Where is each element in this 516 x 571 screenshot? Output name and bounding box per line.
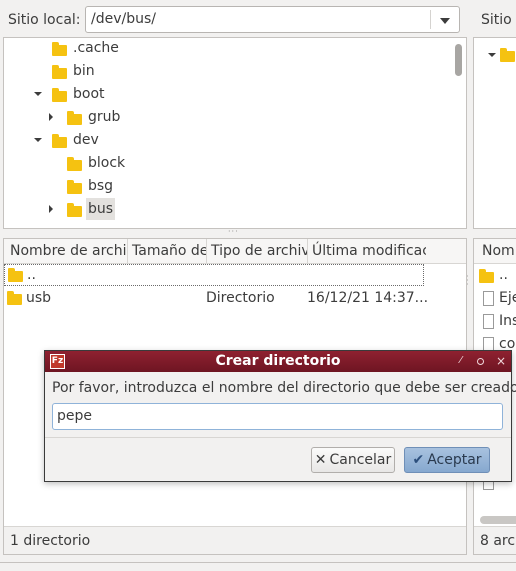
dialog-prompt: Por favor, introduzca el nombre del dire… [52, 380, 516, 396]
dialog-title: Crear directorio [215, 353, 341, 369]
remote-list-item[interactable]: Ins [474, 310, 516, 332]
tree-item-label: grub [88, 109, 121, 125]
tree-item-label: boot [73, 86, 105, 102]
folder-icon [67, 203, 82, 217]
column-header-name[interactable]: Nom [478, 239, 516, 263]
ok-button[interactable]: ✔ Aceptar [404, 447, 490, 473]
local-directory-tree[interactable]: .cache bin boot grub dev block bsg bus [3, 37, 467, 229]
dialog-title-bar[interactable]: Fz Crear directorio ⁄ × [45, 351, 511, 372]
local-site-label: Sitio local: [8, 12, 81, 28]
tree-scrollbar-thumb[interactable] [455, 44, 462, 76]
dialog-separator [45, 437, 511, 438]
tree-item-dev[interactable]: dev [4, 129, 454, 151]
tree-item-bsg[interactable]: bsg [4, 175, 454, 197]
expand-arrow-icon[interactable] [488, 53, 496, 57]
dropdown-arrow-icon[interactable] [440, 18, 450, 24]
tree-item-label: bus [86, 198, 116, 220]
file-list-header: Nombre de archi… Tamaño de Tipo de archi… [4, 239, 466, 264]
folder-icon [479, 269, 494, 283]
tree-item-label: dev [73, 132, 99, 148]
close-icon[interactable]: × [496, 352, 506, 370]
folder-icon [8, 268, 23, 282]
tree-item-grub[interactable]: grub [4, 106, 454, 128]
column-header-size[interactable]: Tamaño de [128, 239, 207, 263]
status-text: 8 arc [480, 533, 516, 549]
tree-item-cache[interactable]: .cache [4, 38, 454, 59]
remote-status-bar: 8 arc [474, 526, 516, 554]
folder-icon [500, 48, 515, 62]
collapse-arrow-icon[interactable] [34, 92, 42, 96]
column-header-modified[interactable]: Última modificac [308, 239, 426, 263]
file-icon [483, 314, 494, 329]
tree-item-bus[interactable]: bus [4, 198, 454, 220]
folder-icon [52, 88, 67, 102]
file-modified: 16/12/21 14:37... [307, 290, 429, 306]
cancel-icon: ✕ [314, 452, 327, 468]
file-type: Directorio [206, 290, 275, 306]
expand-arrow-icon[interactable] [49, 113, 53, 121]
remote-item-label: Ins [499, 313, 516, 329]
remote-site-label: Sitio [481, 12, 512, 28]
checkmark-icon: ✔ [412, 452, 425, 468]
tree-item-block[interactable]: block [4, 152, 454, 174]
folder-icon [7, 291, 22, 305]
tree-scrollbar[interactable] [454, 42, 464, 224]
file-name: .. [27, 267, 36, 283]
local-status-bar: 1 directorio [4, 526, 466, 554]
remote-item-label: .. [499, 267, 508, 283]
collapse-arrow-icon[interactable] [34, 138, 42, 142]
directory-name-input[interactable]: pepe [52, 403, 503, 430]
folder-icon [52, 42, 67, 56]
tree-item-label: bin [73, 63, 95, 79]
local-path-combobox[interactable]: /dev/bus/ [85, 6, 460, 33]
file-row-parent[interactable]: .. [4, 264, 424, 286]
folder-icon [52, 65, 67, 79]
status-text: 1 directorio [10, 533, 91, 549]
remote-item-label: Eje [499, 290, 516, 306]
folder-icon [67, 180, 82, 194]
folder-icon [52, 134, 67, 148]
file-name: usb [26, 290, 52, 306]
local-path-input[interactable]: /dev/bus/ [91, 10, 156, 29]
cancel-button[interactable]: ✕ Cancelar [311, 447, 395, 473]
create-directory-dialog: Fz Crear directorio ⁄ × Por favor, intro… [44, 350, 516, 482]
expand-arrow-icon[interactable] [49, 205, 53, 213]
tree-item-boot[interactable]: boot [4, 83, 454, 105]
column-header-name[interactable]: Nombre de archi… [6, 239, 128, 263]
minimize-icon[interactable] [477, 358, 484, 365]
directory-name-value: pepe [57, 408, 92, 424]
remote-scrollbar[interactable] [480, 516, 516, 524]
remote-directory-tree[interactable] [473, 37, 516, 229]
tree-item-label: block [88, 155, 126, 171]
tree-item-label: bsg [88, 178, 114, 194]
remote-list-item[interactable]: .. [474, 264, 516, 286]
file-icon [483, 291, 494, 306]
column-header-type[interactable]: Tipo de archiv [207, 239, 308, 263]
file-row-usb[interactable]: usb Directorio 16/12/21 14:37... [4, 287, 466, 309]
folder-icon [67, 157, 82, 171]
folder-icon [67, 111, 82, 125]
file-list-header: Nom [474, 239, 516, 264]
splitter-handle[interactable]: ··· [228, 228, 238, 236]
restore-icon[interactable]: ⁄ [460, 353, 462, 369]
tree-item-label: .cache [73, 40, 119, 56]
tree-item-bin[interactable]: bin [4, 60, 454, 82]
remote-list-item[interactable]: Eje [474, 287, 516, 309]
